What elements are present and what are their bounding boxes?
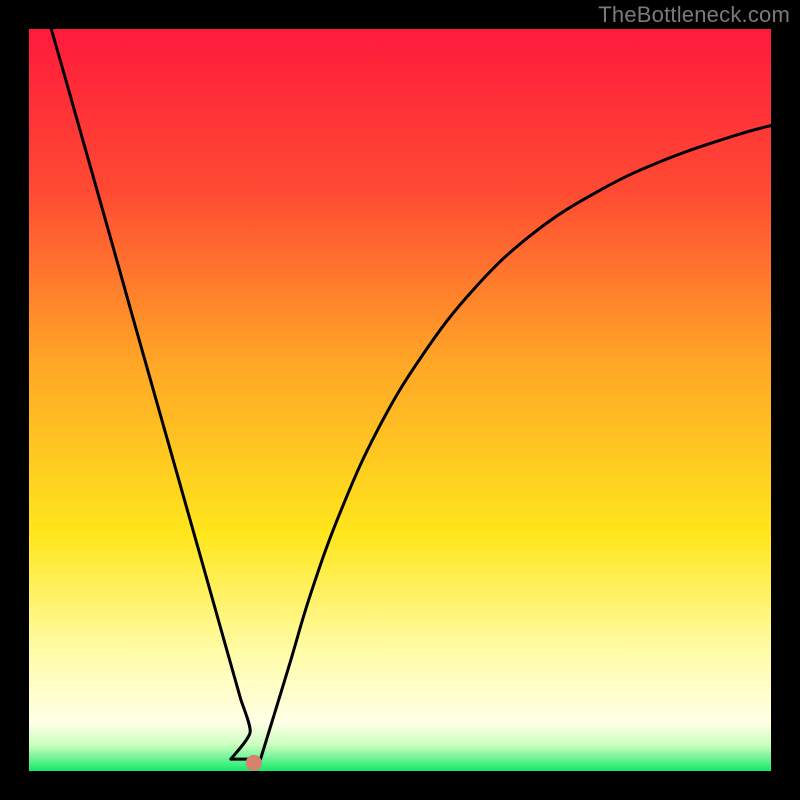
plot-area	[29, 29, 771, 771]
gradient-background	[29, 29, 771, 771]
attribution-label: TheBottleneck.com	[598, 2, 790, 28]
optimal-point-marker	[246, 755, 262, 771]
bottleneck-chart	[29, 29, 771, 771]
chart-container: TheBottleneck.com	[0, 0, 800, 800]
